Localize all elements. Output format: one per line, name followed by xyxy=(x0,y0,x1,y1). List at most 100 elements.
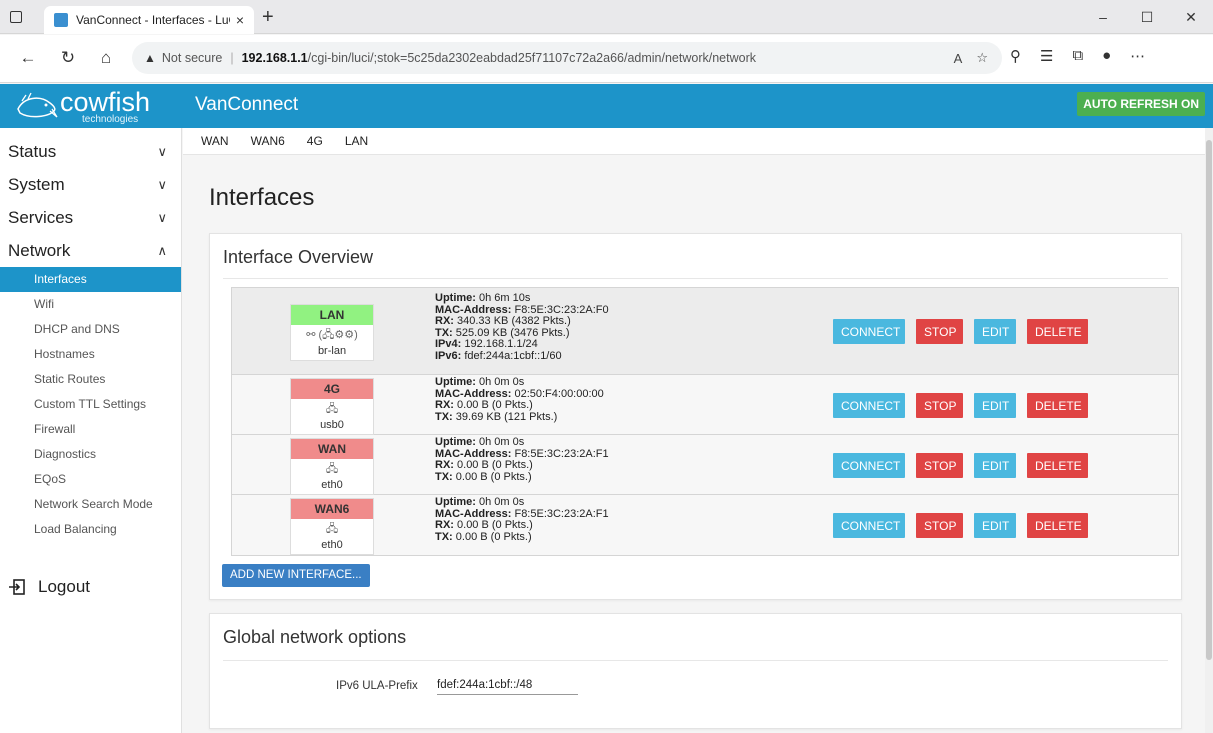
interface-badge[interactable]: LAN ⚯ (🖧⚙⚙) br-lan xyxy=(290,304,374,361)
info-value: 0.00 B (0 Pkts.) xyxy=(457,459,533,471)
reload-icon[interactable]: ↻ xyxy=(56,47,80,71)
menu-system-label: System xyxy=(8,175,65,194)
sidebar-item-dhcp-dns[interactable]: DHCP and DNS xyxy=(0,317,181,342)
info-key: RX: xyxy=(435,399,454,411)
chevron-down-icon: ∨ xyxy=(157,177,167,192)
collections-icon[interactable]: ⧉ xyxy=(1072,47,1083,65)
delete-button[interactable]: DELETE xyxy=(1027,453,1088,478)
sidebar-item-firewall[interactable]: Firewall xyxy=(0,417,181,442)
address-bar[interactable]: ▲ Not secure | 192.168.1.1/cgi-bin/luci/… xyxy=(132,42,1002,74)
interface-badge[interactable]: 4G 🖧 usb0 xyxy=(290,378,374,435)
subnav-wan[interactable]: WAN xyxy=(201,134,229,148)
chevron-down-icon: ∨ xyxy=(157,210,167,225)
sidebar-item-wifi[interactable]: Wifi xyxy=(0,292,181,317)
menu-system[interactable]: System ∨ xyxy=(0,168,181,201)
sidebar-item-diagnostics[interactable]: Diagnostics xyxy=(0,442,181,467)
page-scrollbar[interactable] xyxy=(1205,128,1213,733)
global-options-title: Global network options xyxy=(223,627,407,647)
interface-badge[interactable]: WAN 🖧 eth0 xyxy=(290,438,374,495)
sidebar-item-network-search-mode[interactable]: Network Search Mode xyxy=(0,492,181,517)
subnav-4g[interactable]: 4G xyxy=(307,134,323,148)
delete-button[interactable]: DELETE xyxy=(1027,513,1088,538)
menu-services[interactable]: Services ∨ xyxy=(0,201,181,234)
interface-actions: CONNECT STOP EDIT DELETE xyxy=(833,319,1088,344)
stop-button[interactable]: STOP xyxy=(916,453,963,478)
interface-info: Uptime: 0h 6m 10s MAC-Address: F8:5E:3C:2… xyxy=(435,292,609,362)
logo-word: cowfish xyxy=(60,87,151,117)
tab-close-icon[interactable]: × xyxy=(236,12,244,28)
delete-button[interactable]: DELETE xyxy=(1027,319,1088,344)
stop-button[interactable]: STOP xyxy=(916,393,963,418)
page-title: Interfaces xyxy=(209,184,315,211)
edit-button[interactable]: EDIT xyxy=(974,393,1016,418)
connect-button[interactable]: CONNECT xyxy=(833,513,905,538)
subnav-wan6[interactable]: WAN6 xyxy=(251,134,285,148)
maximize-button[interactable]: ☐ xyxy=(1125,0,1169,34)
not-secure-label[interactable]: Not secure xyxy=(162,51,222,65)
logout-label: Logout xyxy=(38,577,90,596)
sidebar-item-load-balancing[interactable]: Load Balancing xyxy=(0,517,181,542)
chevron-up-icon: ∧ xyxy=(157,243,167,258)
ula-prefix-input[interactable] xyxy=(437,675,578,695)
sidebar-item-hostnames[interactable]: Hostnames xyxy=(0,342,181,367)
new-tab-button[interactable]: + xyxy=(262,6,274,28)
minimize-button[interactable]: – xyxy=(1081,0,1125,34)
ethernet-port-icon: 🖧 xyxy=(325,403,339,415)
extensions-icon[interactable]: ⚲ xyxy=(1010,47,1021,65)
menu-services-label: Services xyxy=(8,208,74,227)
info-key: Uptime: xyxy=(435,436,476,448)
info-value: 192.168.1.1/24 xyxy=(464,338,538,350)
logout-link[interactable]: Logout xyxy=(8,577,90,597)
info-key: Uptime: xyxy=(435,496,476,508)
interface-name: WAN xyxy=(291,439,373,459)
info-key: IPv4: xyxy=(435,338,462,350)
info-key: MAC-Address: xyxy=(435,447,512,460)
subnav-lan[interactable]: LAN xyxy=(345,134,368,148)
info-value: 0.00 B (0 Pkts.) xyxy=(455,470,532,483)
info-key: TX: xyxy=(435,326,453,339)
edit-button[interactable]: EDIT xyxy=(974,513,1016,538)
info-value: F8:5E:3C:23:2A:F1 xyxy=(514,507,609,520)
favorite-icon[interactable]: ☆ xyxy=(976,50,988,66)
add-new-interface-button[interactable]: ADD NEW INTERFACE... xyxy=(222,564,370,587)
profile-avatar-icon[interactable]: ● xyxy=(1102,47,1111,65)
auto-refresh-toggle[interactable]: AUTO REFRESH ON xyxy=(1077,92,1205,116)
scrollbar-thumb[interactable] xyxy=(1206,140,1212,660)
window-menu-icon[interactable] xyxy=(10,11,22,23)
sidebar-item-interfaces[interactable]: Interfaces xyxy=(0,267,181,292)
info-value: 0h 6m 10s xyxy=(479,292,531,304)
info-key: TX: xyxy=(435,530,453,543)
logo-subtitle: technologies xyxy=(82,114,139,125)
menu-status[interactable]: Status ∨ xyxy=(0,135,181,168)
interface-row-wan: WAN 🖧 eth0 Uptime: 0h 0m 0s MAC-Address: F8:… xyxy=(232,435,1178,495)
favorites-icon[interactable]: ☰ xyxy=(1040,47,1053,65)
read-aloud-icon[interactable]: A xyxy=(954,51,963,66)
interface-badge[interactable]: WAN6 🖧 eth0 xyxy=(290,498,374,555)
ethernet-port-icon: ⚯ (🖧⚙⚙) xyxy=(306,329,358,341)
sidebar-item-static-routes[interactable]: Static Routes xyxy=(0,367,181,392)
info-key: TX: xyxy=(435,410,453,423)
sidebar-item-eqos[interactable]: EQoS xyxy=(0,467,181,492)
interface-name: WAN6 xyxy=(291,499,373,519)
more-options-icon[interactable]: ⋯ xyxy=(1130,47,1145,65)
brand-name[interactable]: VanConnect xyxy=(195,94,298,116)
interface-row-lan: LAN ⚯ (🖧⚙⚙) br-lan Uptime: 0h 6m 10s MAC-Add… xyxy=(232,288,1178,375)
menu-network[interactable]: Network ∧ xyxy=(0,234,181,267)
edit-button[interactable]: EDIT xyxy=(974,453,1016,478)
stop-button[interactable]: STOP xyxy=(916,319,963,344)
stop-button[interactable]: STOP xyxy=(916,513,963,538)
close-window-button[interactable]: ✕ xyxy=(1169,0,1213,34)
browser-tab[interactable]: VanConnect - Interfaces - LuCI × xyxy=(44,6,254,34)
home-icon[interactable]: ⌂ xyxy=(94,47,118,71)
delete-button[interactable]: DELETE xyxy=(1027,393,1088,418)
ethernet-port-icon: 🖧 xyxy=(325,523,339,535)
edit-button[interactable]: EDIT xyxy=(974,319,1016,344)
interface-actions: CONNECT STOP EDIT DELETE xyxy=(833,513,1088,538)
back-icon[interactable]: ← xyxy=(16,47,40,71)
browser-toolbar: ← ↻ ⌂ ▲ Not secure | 192.168.1.1/cgi-bin… xyxy=(0,35,1213,83)
sidebar-item-custom-ttl[interactable]: Custom TTL Settings xyxy=(0,392,181,417)
connect-button[interactable]: CONNECT xyxy=(833,393,905,418)
warning-icon[interactable]: ▲ xyxy=(144,51,156,65)
connect-button[interactable]: CONNECT xyxy=(833,319,905,344)
connect-button[interactable]: CONNECT xyxy=(833,453,905,478)
